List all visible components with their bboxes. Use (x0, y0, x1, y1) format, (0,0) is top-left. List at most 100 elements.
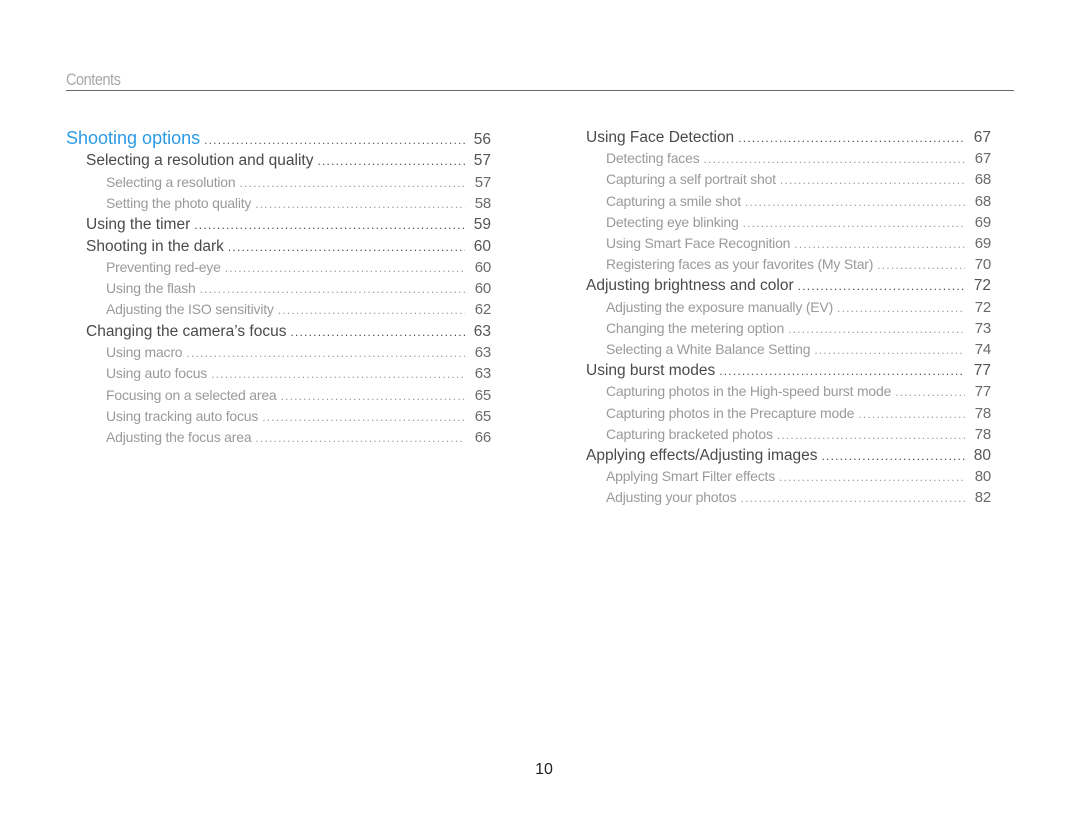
toc-subitem[interactable]: Using the flash 60 (66, 280, 491, 297)
toc-entry-page: 72 (973, 277, 991, 295)
dot-leader (740, 491, 965, 505)
toc-entry-label: Using tracking auto focus (66, 407, 263, 424)
toc-heading[interactable]: Using burst modes 77 (586, 362, 991, 381)
toc-subitem[interactable]: Using tracking auto focus 65 (66, 407, 491, 425)
toc-entry-label: Setting the photo quality (66, 194, 256, 211)
toc-entry-label: Adjusting the ISO sensitivity (66, 301, 278, 318)
toc-entry-label: Using Smart Face Recognition (586, 235, 795, 251)
dot-leader (780, 173, 965, 187)
toc-subitem[interactable]: Using macro 63 (66, 344, 491, 361)
toc-heading[interactable]: Changing the camera’s focus 63 (66, 322, 491, 341)
toc-subitem[interactable]: Preventing red-eye 60 (66, 258, 491, 276)
toc-entry-label: Detecting eye blinking (586, 213, 743, 230)
toc-entry-label: Capturing bracketed photos (586, 425, 777, 442)
toc-entry-page: 63 (474, 344, 491, 361)
toc-entry-page: 66 (474, 429, 491, 447)
toc-entry-page: 69 (974, 213, 991, 231)
toc-entry-page: 67 (973, 129, 991, 146)
toc-entry-label: Shooting in the dark (66, 237, 228, 256)
dot-leader (255, 197, 465, 211)
toc-subitem[interactable]: Capturing a smile shot 68 (586, 192, 991, 210)
toc-entry-page: 74 (974, 341, 991, 358)
toc-heading[interactable]: Using the timer 59 (66, 216, 491, 235)
toc-entry-label: Changing the camera’s focus (66, 322, 291, 341)
dot-leader (794, 237, 965, 251)
toc-subitem[interactable]: Adjusting the exposure manually (EV) 72 (586, 298, 991, 316)
dot-leader (262, 410, 465, 424)
toc-entry-page: 77 (973, 362, 991, 380)
toc-entry-page: 63 (473, 322, 491, 340)
toc-subitem[interactable]: Registering faces as your favorites (My … (586, 256, 991, 273)
toc-subitem[interactable]: Selecting a resolution 57 (66, 173, 491, 191)
toc-heading[interactable]: Selecting a resolution and quality 57 (66, 152, 491, 171)
toc-subitem[interactable]: Using auto focus 63 (66, 365, 491, 382)
toc-subitem[interactable]: Capturing bracketed photos 78 (586, 425, 991, 443)
toc-subitem[interactable]: Setting the photo quality 58 (66, 194, 491, 212)
dot-leader (788, 322, 965, 336)
contents-heading: Contents (66, 70, 121, 89)
toc-subitem[interactable]: Detecting eye blinking 69 (586, 213, 991, 231)
toc-entry-label: Registering faces as your favorites (My … (586, 256, 878, 273)
toc-entry-page: 60 (473, 237, 491, 255)
toc-subitem[interactable]: Capturing photos in the Precapture mode 7… (586, 404, 991, 422)
toc-entry-page: 69 (974, 235, 991, 252)
dot-leader (798, 279, 965, 293)
toc-entry-page: 57 (474, 173, 491, 191)
page-number: 10 (535, 761, 553, 778)
dot-leader (204, 133, 465, 147)
toc-subitem[interactable]: Adjusting the focus area 66 (66, 429, 491, 446)
toc-subitem[interactable]: Applying Smart Filter effects 80 (586, 468, 991, 485)
toc-subitem[interactable]: Selecting a White Balance Setting 74 (586, 341, 991, 358)
toc-heading[interactable]: Adjusting brightness and color 72 (586, 277, 991, 296)
dot-leader (239, 176, 465, 190)
toc-entry-label: Using burst modes (586, 362, 720, 381)
toc-entry-page: 60 (474, 258, 491, 276)
toc-entry-page: 80 (973, 447, 991, 464)
dot-leader (779, 470, 965, 484)
toc-entry-label: Selecting a resolution and quality (66, 152, 318, 171)
toc-entry-page: 80 (974, 468, 991, 486)
toc-subitem[interactable]: Capturing photos in the High-speed burst… (586, 383, 991, 400)
toc-subitem[interactable]: Detecting faces 67 (586, 150, 991, 167)
toc-section[interactable]: Shooting options 56 (66, 128, 491, 149)
toc-subitem[interactable]: Adjusting your photos 82 (586, 489, 991, 506)
toc-subitem[interactable]: Capturing a self portrait shot 68 (586, 171, 991, 188)
toc-heading[interactable]: Shooting in the dark 60 (66, 237, 491, 256)
dot-leader (186, 346, 465, 360)
dot-leader (211, 367, 465, 381)
dot-leader (719, 364, 965, 378)
toc-subitem[interactable]: Using Smart Face Recognition 69 (586, 235, 991, 252)
toc-entry-page: 58 (474, 194, 491, 212)
toc-subitem[interactable]: Changing the metering option 73 (586, 319, 991, 337)
dot-leader (822, 449, 966, 463)
dot-leader (814, 343, 965, 357)
dot-leader (317, 154, 465, 168)
toc-heading[interactable]: Applying effects/Adjusting images 80 (586, 447, 991, 465)
toc-entry-page: 78 (974, 425, 991, 443)
toc-subitem[interactable]: Adjusting the ISO sensitivity 62 (66, 301, 491, 318)
toc-entry-page: 68 (974, 192, 991, 210)
dot-leader (225, 261, 465, 275)
toc-entry-label: Adjusting brightness and color (586, 277, 798, 296)
toc-entry-label: Capturing a smile shot (586, 192, 745, 209)
dot-leader (704, 152, 966, 166)
toc-entry-label: Applying Smart Filter effects (586, 468, 780, 485)
toc-entry-page: 70 (974, 256, 991, 274)
toc-entry-page: 59 (473, 216, 491, 234)
dot-leader (877, 258, 965, 272)
dot-leader (745, 195, 965, 209)
dot-leader (290, 325, 465, 339)
toc-entry-page: 68 (974, 171, 991, 189)
toc-entry-label: Shooting options (66, 128, 205, 149)
toc-entry-label: Focusing on a selected area (66, 386, 281, 403)
toc-subitem[interactable]: Focusing on a selected area 65 (66, 386, 491, 404)
toc-entry-page: 82 (974, 489, 991, 507)
toc-heading[interactable]: Using Face Detection 67 (586, 129, 991, 147)
dot-leader (743, 216, 965, 230)
toc-entry-label: Using the flash (66, 280, 200, 297)
header-divider (66, 90, 1014, 91)
dot-leader (777, 428, 965, 442)
dot-leader (255, 431, 465, 445)
toc-entry-label: Selecting a resolution (66, 173, 240, 190)
toc-entry-label: Preventing red-eye (66, 258, 225, 275)
